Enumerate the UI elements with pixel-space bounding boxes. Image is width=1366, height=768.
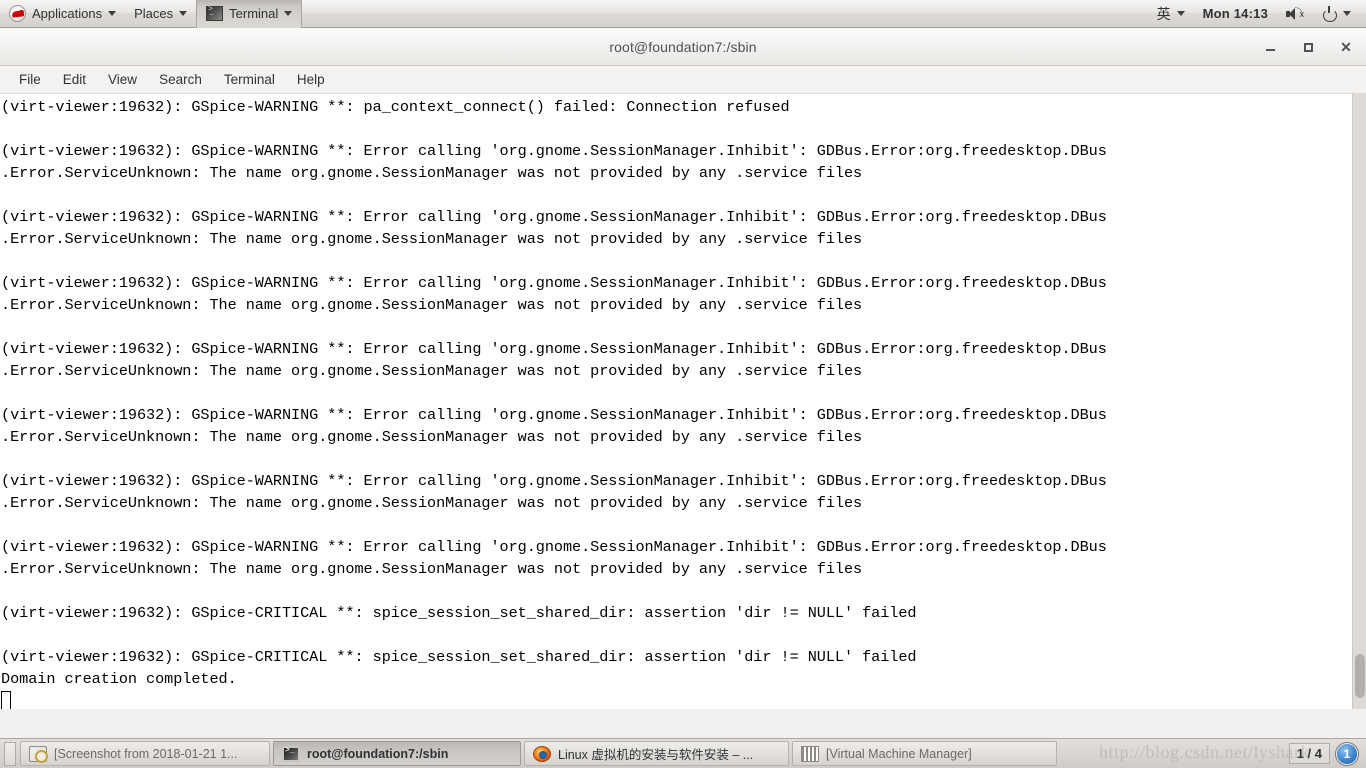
workspace-pager[interactable]: 1 / 4: [1288, 743, 1330, 764]
watermark-text: http://blog.csdn.net/lyshark: [1099, 741, 1310, 762]
taskbar-item[interactable]: [Screenshot from 2018-01-21 1...: [20, 741, 270, 766]
maximize-button[interactable]: [1300, 39, 1316, 55]
screenshot-icon: [29, 745, 48, 763]
terminal-line: (virt-viewer:19632): GSpice-CRITICAL **:…: [1, 604, 917, 622]
scrollbar-thumb[interactable]: [1355, 654, 1365, 698]
input-method-label: 英: [1156, 5, 1171, 22]
taskbar-item-label: Linux 虚拟机的安装与软件安装 – ...: [558, 748, 754, 762]
clock[interactable]: Mon 14:13: [1194, 0, 1277, 28]
places-menu-label: Places: [134, 6, 174, 21]
chevron-down-icon: [1176, 11, 1185, 16]
terminal-window-menu-label: Terminal: [229, 6, 279, 21]
top-panel-left: Applications Places Terminal: [0, 0, 303, 28]
window-controls: ✕: [1262, 28, 1354, 66]
input-method-indicator[interactable]: 英: [1148, 0, 1194, 28]
volume-indicator[interactable]: x: [1277, 0, 1313, 28]
menu-file[interactable]: File: [8, 66, 52, 94]
red-hat-logo-icon: [9, 5, 26, 22]
top-panel: Applications Places Terminal 英 Mon 14:13: [0, 0, 1366, 28]
terminal-icon: [206, 5, 224, 21]
window-title: root@foundation7:/sbin: [609, 38, 757, 55]
applications-menu[interactable]: Applications: [0, 0, 125, 28]
taskbar-item[interactable]: Linux 虚拟机的安装与软件安装 – ...: [524, 741, 789, 766]
terminal-line: Domain creation completed.: [1, 670, 237, 688]
terminal-line: .Error.ServiceUnknown: The name org.gnom…: [1, 230, 863, 248]
desktop-screen: Applications Places Terminal 英 Mon 14:13: [0, 0, 1366, 768]
terminal-line: (virt-viewer:19632): GSpice-WARNING **: …: [1, 538, 1107, 556]
taskbar-item-label: [Virtual Machine Manager]: [826, 746, 972, 761]
firefox-icon: [533, 745, 551, 762]
virtual-machine-manager-icon: [801, 745, 819, 762]
taskbar-item[interactable]: root@foundation7:/sbin: [273, 741, 521, 766]
terminal-line: .Error.ServiceUnknown: The name org.gnom…: [1, 164, 863, 182]
terminal-line: (virt-viewer:19632): GSpice-WARNING **: …: [1, 274, 1107, 292]
menu-bar: File Edit View Search Terminal Help: [0, 66, 1366, 94]
minimize-button[interactable]: [1262, 39, 1278, 55]
clock-label: Mon 14:13: [1202, 6, 1268, 21]
applications-menu-label: Applications: [32, 6, 103, 21]
terminal-window-menu[interactable]: Terminal: [196, 0, 303, 28]
terminal-line: (virt-viewer:19632): GSpice-CRITICAL **:…: [1, 648, 917, 666]
terminal-body: (virt-viewer:19632): GSpice-WARNING **: …: [0, 94, 1366, 709]
taskbar-right: http://blog.csdn.net/lyshark 1 / 4 1: [1099, 742, 1362, 765]
terminal-line: (virt-viewer:19632): GSpice-WARNING **: …: [1, 98, 790, 116]
workspace-badge[interactable]: 1: [1336, 742, 1358, 765]
menu-edit[interactable]: Edit: [52, 66, 97, 94]
terminal-line: .Error.ServiceUnknown: The name org.gnom…: [1, 296, 863, 314]
chevron-down-icon: [1343, 11, 1351, 16]
chevron-down-icon: [179, 11, 188, 16]
close-button[interactable]: ✕: [1338, 39, 1354, 55]
places-menu[interactable]: Places: [125, 0, 196, 28]
terminal-line: .Error.ServiceUnknown: The name org.gnom…: [1, 560, 863, 578]
taskbar-window-list: [Screenshot from 2018-01-21 1... root@fou…: [20, 741, 1060, 766]
terminal-line: (virt-viewer:19632): GSpice-WARNING **: …: [1, 142, 1107, 160]
menu-view[interactable]: View: [97, 66, 148, 94]
chevron-down-icon: [284, 11, 293, 16]
menu-search[interactable]: Search: [148, 66, 213, 94]
taskbar: [Screenshot from 2018-01-21 1... root@fou…: [0, 738, 1366, 768]
power-icon: [1322, 6, 1337, 22]
terminal-line: (virt-viewer:19632): GSpice-WARNING **: …: [1, 472, 1107, 490]
terminal-window: root@foundation7:/sbin ✕ File Edit View …: [0, 28, 1366, 738]
terminal-line: .Error.ServiceUnknown: The name org.gnom…: [1, 428, 863, 446]
taskbar-item[interactable]: [Virtual Machine Manager]: [792, 741, 1057, 766]
menu-help[interactable]: Help: [286, 66, 336, 94]
terminal-cursor: [1, 691, 11, 709]
terminal-output[interactable]: (virt-viewer:19632): GSpice-WARNING **: …: [0, 94, 1352, 709]
terminal-line: .Error.ServiceUnknown: The name org.gnom…: [1, 494, 863, 512]
terminal-icon: [282, 745, 300, 762]
menu-terminal[interactable]: Terminal: [213, 66, 286, 94]
speaker-muted-icon: x: [1286, 6, 1304, 21]
system-menu[interactable]: [1313, 0, 1360, 28]
terminal-line: (virt-viewer:19632): GSpice-WARNING **: …: [1, 406, 1107, 424]
chevron-down-icon: [108, 11, 117, 16]
terminal-line: .Error.ServiceUnknown: The name org.gnom…: [1, 362, 863, 380]
taskbar-item-label: root@foundation7:/sbin: [307, 746, 449, 761]
terminal-line: (virt-viewer:19632): GSpice-WARNING **: …: [1, 340, 1107, 358]
taskbar-item-label: [Screenshot from 2018-01-21 1...: [54, 746, 238, 761]
terminal-line: (virt-viewer:19632): GSpice-WARNING **: …: [1, 208, 1107, 226]
window-titlebar[interactable]: root@foundation7:/sbin ✕: [0, 28, 1366, 66]
top-panel-right: 英 Mon 14:13 x: [1148, 0, 1366, 28]
show-desktop-button[interactable]: [4, 741, 16, 766]
terminal-scrollbar[interactable]: [1352, 94, 1366, 709]
